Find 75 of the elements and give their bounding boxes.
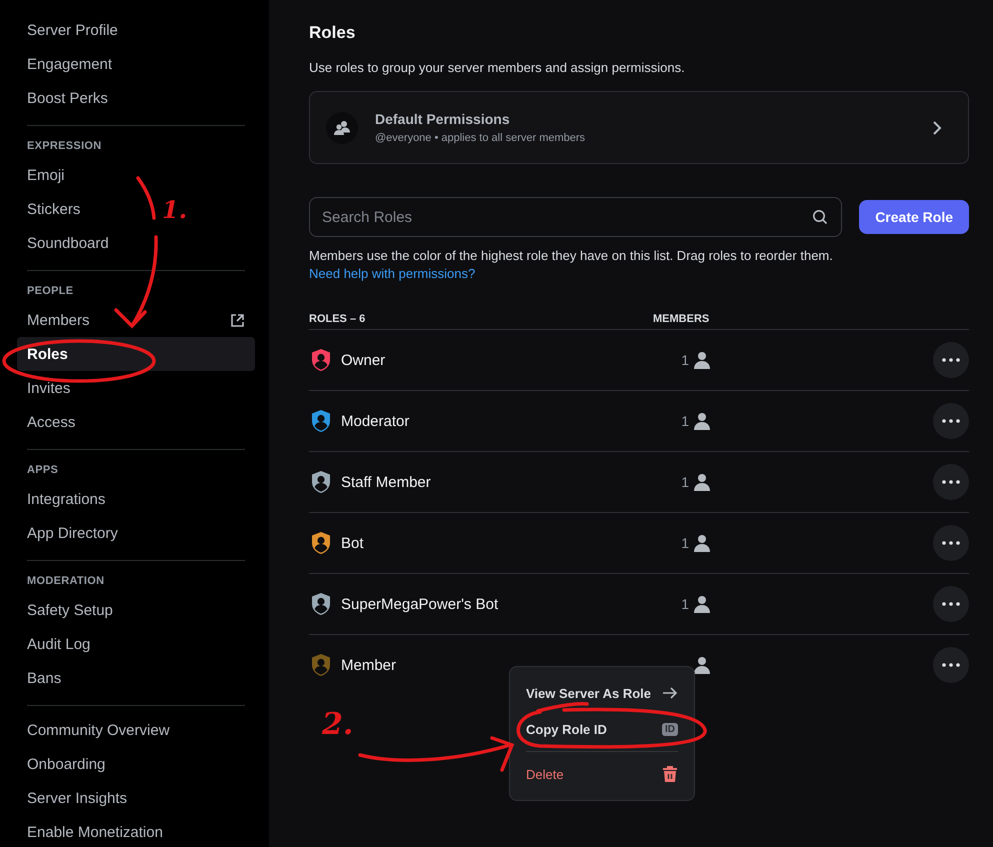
sidebar-item[interactable]: Engagement (17, 47, 122, 81)
id-badge: ID (662, 722, 678, 736)
more-button[interactable] (933, 342, 969, 378)
member-count: 1 (681, 413, 689, 429)
person-icon (693, 534, 711, 552)
more-icon (942, 663, 960, 667)
role-name: Staff Member (341, 474, 432, 490)
more-button[interactable] (933, 464, 969, 500)
search-icon (812, 209, 828, 225)
section-header: PEOPLE (27, 284, 74, 299)
role-name: SuperMegaPower's Bot (341, 596, 500, 612)
more-icon (942, 541, 960, 545)
sidebar-item[interactable]: Bans (17, 661, 72, 695)
column-header: ROLES – 6 (309, 313, 366, 327)
role-name: Member (341, 656, 398, 674)
card-subtitle: @everyone • applies to all server members (375, 132, 586, 144)
sidebar-item[interactable]: Enable Monetization (17, 815, 173, 847)
more-icon (942, 602, 960, 606)
section-header: APPS (27, 463, 60, 478)
trash-icon (662, 765, 678, 783)
sidebar-item[interactable]: Roles (17, 337, 255, 371)
sidebar-item[interactable]: Safety Setup (17, 593, 123, 627)
annotation-number: 1. (162, 194, 188, 226)
help-link[interactable]: Need help with permissions? (309, 266, 476, 281)
more-icon (942, 480, 960, 484)
sidebar-item[interactable]: Boost Perks (17, 81, 118, 115)
external-link-icon (230, 312, 245, 328)
member-count: 1 (681, 596, 689, 612)
member-count: 1 (681, 535, 689, 551)
help-text: Members use the color of the highest role they have on this list. Drag roles to reorder them. Need help with permissions? (309, 247, 834, 283)
column-header: MEMBERS (653, 313, 710, 327)
member-count: 1 (681, 474, 689, 490)
sidebar-item[interactable]: Stickers (17, 192, 90, 226)
more-icon (942, 419, 960, 423)
annotation-number: 2. (322, 708, 354, 742)
menu-item[interactable]: Copy Role ID ID (518, 711, 686, 747)
sidebar-item[interactable]: Integrations (17, 482, 116, 516)
search-field[interactable]: Search Roles (309, 197, 842, 237)
person-icon (693, 656, 711, 674)
sidebar-item[interactable]: Access (17, 405, 86, 439)
section-header: MODERATION (27, 574, 106, 589)
arrow-right-icon (662, 687, 678, 699)
sidebar-item[interactable]: Emoji (17, 158, 75, 192)
menu-item[interactable]: Delete (518, 756, 686, 792)
sidebar-item[interactable]: Server Insights (17, 781, 138, 815)
role-name: Moderator (341, 412, 410, 430)
section-header: EXPRESSION (27, 139, 103, 154)
person-icon (693, 595, 711, 613)
default-permissions-card[interactable]: Default Permissions @everyone • applies to all server members (309, 91, 969, 164)
page-title: Roles (309, 22, 356, 44)
sidebar-item[interactable]: Invites (17, 371, 80, 405)
sidebar-item[interactable]: Audit Log (17, 627, 100, 661)
member-count: 1 (681, 352, 689, 368)
role-name: Bot (341, 534, 365, 552)
people-icon (326, 112, 358, 144)
menu-item[interactable]: View Server As Role (518, 675, 686, 711)
sidebar-item[interactable]: Members (17, 303, 255, 337)
person-icon (693, 473, 711, 491)
chevron-right-icon (932, 120, 942, 136)
more-button[interactable] (933, 403, 969, 439)
sidebar-item[interactable]: App Directory (17, 516, 128, 550)
more-button[interactable] (933, 647, 969, 683)
sidebar-item[interactable]: Soundboard (17, 226, 119, 260)
more-icon (942, 358, 960, 362)
more-button[interactable] (933, 525, 969, 561)
more-button[interactable] (933, 586, 969, 622)
sidebar-item[interactable]: Community Overview (17, 713, 180, 747)
sidebar-item[interactable]: Server Profile (17, 13, 128, 47)
page-description: Use roles to group your server members and assign permissions. (309, 60, 686, 75)
create-role-button[interactable]: Create Role (859, 200, 969, 234)
person-icon (693, 412, 711, 430)
card-title: Default Permissions (375, 111, 511, 127)
role-name: Owner (341, 352, 386, 368)
person-icon (693, 351, 711, 369)
sidebar-item[interactable]: Onboarding (17, 747, 116, 781)
